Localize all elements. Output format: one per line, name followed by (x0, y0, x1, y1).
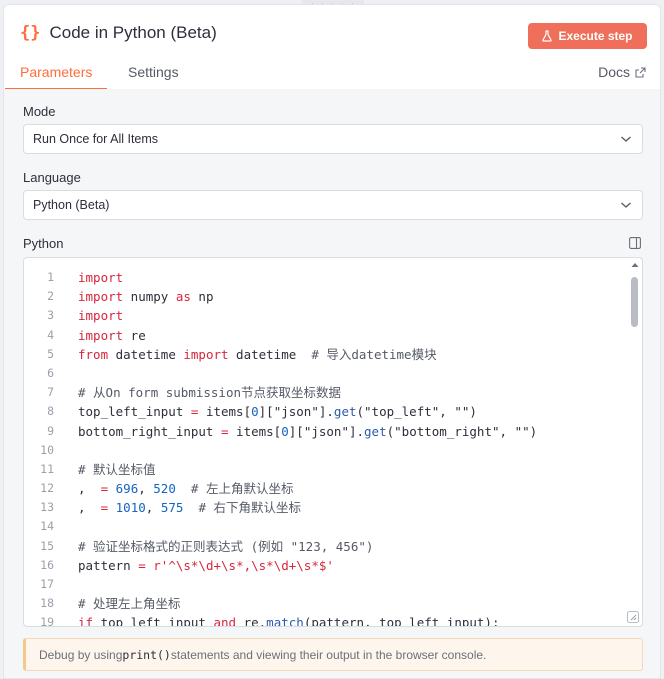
line-number: 8 (47, 404, 54, 419)
line-number: 12 (40, 481, 54, 496)
hint-text-before: Debug by using (39, 647, 123, 662)
code-line[interactable]: 8 top_left_input = items[0]["json"].get("… (24, 402, 624, 421)
line-number: 2 (47, 289, 54, 304)
code-text: , = 1010, 575 # 右下角默认坐标 (78, 500, 302, 516)
chevron-down-icon (620, 200, 632, 210)
code-text: import re (78, 327, 146, 343)
code-line[interactable]: 7 # 从On form submission节点获取坐标数据 (24, 383, 624, 402)
language-value: Python (Beta) (33, 198, 110, 212)
line-number: 13 (40, 500, 54, 515)
code-line[interactable]: 18 # 处理左上角坐标 (24, 594, 624, 613)
sidebar-toggle-icon[interactable] (629, 237, 641, 249)
code-text: # 默认坐标值 (78, 461, 156, 477)
flask-icon (542, 30, 553, 42)
code-line[interactable]: 3 import (24, 306, 624, 325)
docs-label: Docs (598, 64, 630, 80)
line-number: 5 (47, 346, 54, 361)
external-link-icon (635, 66, 646, 78)
code-line[interactable]: 14 (24, 517, 624, 536)
code-text: import (78, 270, 124, 285)
line-number: 6 (47, 365, 54, 380)
line-number: 14 (40, 519, 54, 534)
line-number: 11 (40, 461, 54, 476)
code-text: top_left_input = items[0]["json"].get("t… (78, 404, 477, 420)
line-number: 17 (40, 577, 54, 591)
parameters-body: Mode Run Once for All Items Language Pyt… (4, 89, 660, 678)
code-line[interactable]: 1 import (24, 268, 624, 287)
line-number: 4 (47, 327, 54, 342)
code-text: pattern = r'^\s*\d+\s*,\s*\d+\s*$' (78, 557, 334, 573)
title-row: {} Code in Python (Beta) (20, 23, 217, 43)
code-line[interactable]: 19 if top_left_input and re.match(pattern… (24, 613, 624, 627)
code-line[interactable]: 9 bottom_right_input = items[0]["json"].g… (24, 422, 624, 441)
line-number: 18 (40, 596, 54, 611)
mode-select[interactable]: Run Once for All Items (23, 124, 643, 154)
code-text: import numpy as np (78, 289, 214, 305)
scroll-thumb[interactable] (631, 277, 638, 327)
line-number: 10 (40, 442, 54, 457)
node-title[interactable]: Code in Python (Beta) (49, 23, 216, 43)
resize-handle-icon[interactable] (627, 611, 639, 623)
tab-settings[interactable]: Settings (113, 64, 194, 90)
code-text: , = 696, 520 # 左上角默认坐标 (78, 481, 294, 497)
code-lines: 1 import 2 import numpy as np 3 import 4 impo… (24, 268, 624, 627)
code-line[interactable]: 11 # 默认坐标值 (24, 460, 624, 479)
code-text: from datetime import datetime # 导入dateti… (78, 346, 437, 362)
hint-text-after: statements and viewing their output in t… (170, 647, 487, 662)
debug-hint: Debug by using print() statements and vi… (23, 638, 643, 671)
editor-label: Python (23, 236, 64, 251)
code-line[interactable]: 4 import re (24, 326, 624, 345)
line-number: 7 (47, 385, 54, 400)
scroll-up-icon[interactable] (631, 262, 639, 268)
code-line[interactable]: 16 pattern = r'^\s*\d+\s*,\s*\d+\s*$' (24, 556, 624, 575)
mode-label: Mode (23, 104, 56, 119)
tab-parameters[interactable]: Parameters (5, 64, 108, 90)
language-label: Language (23, 170, 81, 185)
code-text: if top_left_input and re.match(pattern, … (78, 615, 500, 627)
hint-code: print() (122, 647, 171, 662)
line-number: 15 (40, 538, 54, 553)
code-text: bottom_right_input = items[0]["json"].ge… (78, 423, 538, 439)
code-line[interactable]: 5 from datetime import datetime # 导入datet… (24, 345, 624, 364)
code-line[interactable]: 12 , = 696, 520 # 左上角默认坐标 (24, 479, 624, 498)
code-text: # 验证坐标格式的正则表达式 (例如 "123, 456") (78, 538, 374, 554)
code-line[interactable]: 15 # 验证坐标格式的正则表达式 (例如 "123, 456") (24, 537, 624, 556)
line-number: 19 (40, 615, 54, 627)
code-text: import (78, 308, 124, 324)
chevron-down-icon (620, 134, 632, 144)
editor-scrollbar[interactable] (628, 258, 642, 626)
code-line[interactable]: 13 , = 1010, 575 # 右下角默认坐标 (24, 498, 624, 517)
code-line[interactable]: 6 (24, 364, 624, 383)
code-text: # 从On form submission节点获取坐标数据 (78, 385, 342, 401)
mode-value: Run Once for All Items (33, 132, 159, 146)
code-line[interactable]: 17 (24, 575, 624, 594)
panel-header: {} Code in Python (Beta) Execute step Pa… (4, 5, 660, 90)
execute-step-label: Execute step (558, 29, 633, 43)
docs-link[interactable]: Docs (598, 64, 646, 80)
language-select[interactable]: Python (Beta) (23, 190, 643, 220)
line-number: 1 (47, 270, 54, 284)
line-number: 3 (47, 308, 54, 323)
code-line[interactable]: 2 import numpy as np (24, 287, 624, 306)
line-number: 16 (40, 557, 54, 572)
node-panel: {} Code in Python (Beta) Execute step Pa… (3, 4, 661, 679)
line-number: 9 (47, 423, 54, 438)
code-text: # 处理左上角坐标 (78, 596, 181, 612)
code-line[interactable]: 10 (24, 441, 624, 460)
code-editor[interactable]: 1 import 2 import numpy as np 3 import 4 impo… (23, 257, 643, 627)
execute-step-button[interactable]: Execute step (528, 23, 647, 49)
tab-bar: Parameters Settings Docs (4, 60, 660, 90)
code-braces-icon: {} (20, 23, 41, 43)
